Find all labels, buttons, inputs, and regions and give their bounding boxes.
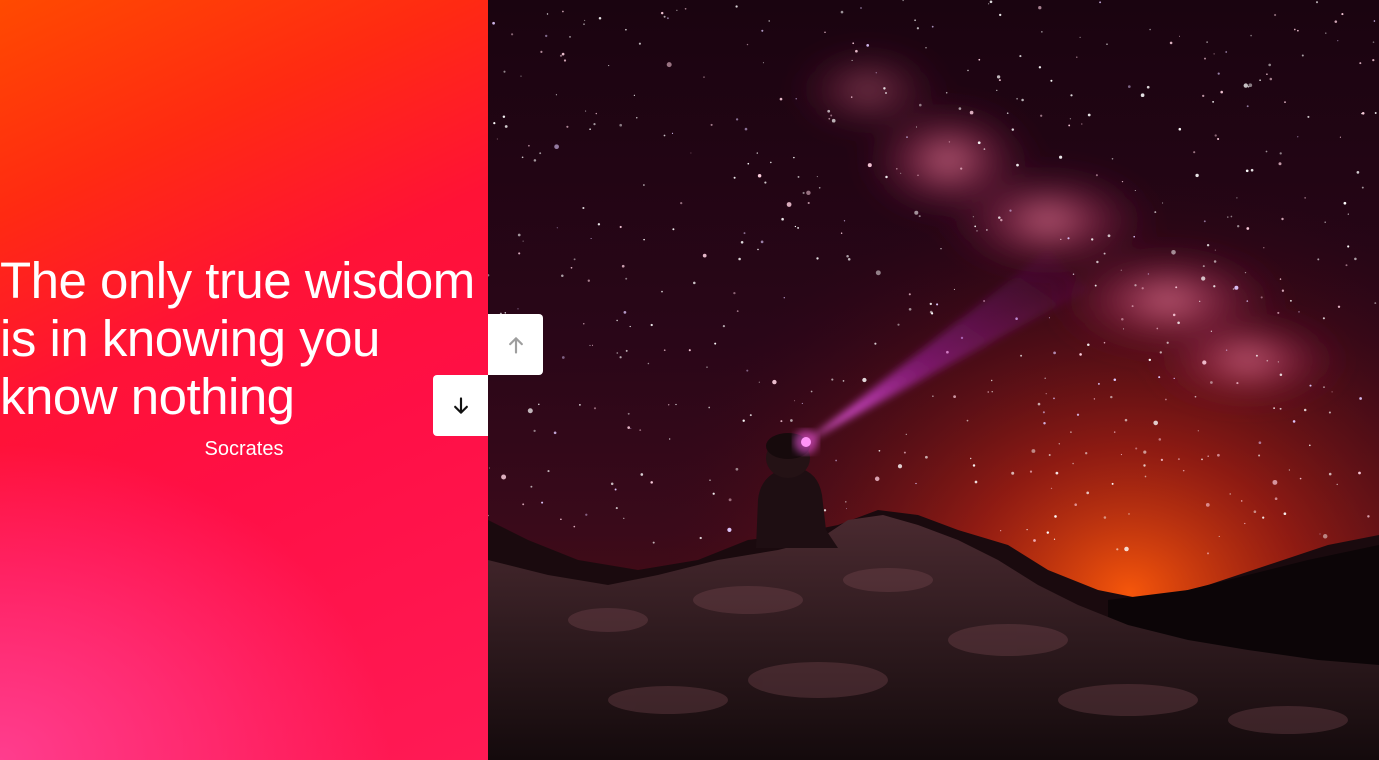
quote-panel: The only true wisdom is in knowing you k… — [0, 0, 488, 760]
quote-author: Socrates — [204, 438, 284, 460]
quote-text: The only true wisdom is in knowing you k… — [0, 252, 475, 425]
arrow-down-icon — [453, 396, 468, 414]
vertical-slider: The only true wisdom is in knowing you k… — [0, 0, 1379, 760]
night-sky-photo — [488, 0, 1379, 760]
arrow-up-icon — [508, 336, 523, 354]
slide-up-button[interactable] — [488, 314, 543, 375]
slide-image — [488, 0, 1379, 760]
slide-down-button[interactable] — [433, 375, 488, 436]
